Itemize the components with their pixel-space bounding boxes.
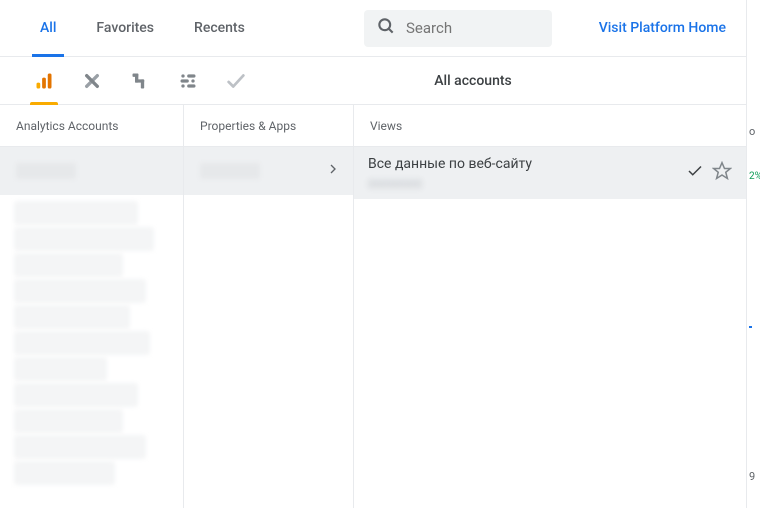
view-item[interactable]: Все данные по веб-сайту 00000000 bbox=[354, 147, 746, 199]
edge-fragment bbox=[749, 326, 752, 328]
columns: Analytics Accounts Properties & Apps bbox=[0, 105, 746, 508]
properties-column: Properties & Apps bbox=[184, 105, 354, 508]
tab-all[interactable]: All bbox=[20, 0, 76, 57]
background-page-edge: о 2% 9 bbox=[746, 0, 760, 508]
views-list: Все данные по веб-сайту 00000000 bbox=[354, 147, 746, 508]
search-input[interactable] bbox=[406, 19, 605, 37]
edge-fragment: 9 bbox=[749, 470, 755, 483]
view-title: Все данные по веб-сайту bbox=[368, 155, 678, 175]
redacted-block bbox=[0, 195, 183, 491]
optimize-icon[interactable] bbox=[116, 57, 164, 105]
surveys-icon[interactable] bbox=[212, 57, 260, 105]
accounts-column: Analytics Accounts bbox=[0, 105, 184, 508]
analytics-icon[interactable] bbox=[20, 57, 68, 105]
accounts-header: Analytics Accounts bbox=[0, 105, 183, 147]
star-icon[interactable] bbox=[712, 161, 732, 185]
tab-favorites[interactable]: Favorites bbox=[76, 0, 174, 57]
search-icon bbox=[376, 16, 396, 40]
views-header: Views bbox=[354, 105, 746, 147]
data-studio-icon[interactable] bbox=[164, 57, 212, 105]
search-box[interactable] bbox=[364, 10, 552, 47]
tag-manager-icon[interactable] bbox=[68, 57, 116, 105]
redacted-text bbox=[16, 163, 76, 179]
visit-platform-home-link[interactable]: Visit Platform Home bbox=[599, 20, 726, 36]
edge-fragment: 2% bbox=[749, 171, 760, 182]
top-bar: All Favorites Recents Visit Platform Hom… bbox=[0, 0, 746, 57]
all-accounts-label: All accounts bbox=[434, 73, 511, 89]
view-text: Все данные по веб-сайту 00000000 bbox=[368, 155, 678, 191]
account-item[interactable] bbox=[0, 147, 183, 195]
tab-recents[interactable]: Recents bbox=[174, 0, 265, 57]
property-item[interactable] bbox=[184, 147, 353, 195]
views-column: Views Все данные по веб-сайту 00000000 bbox=[354, 105, 746, 508]
properties-list bbox=[184, 147, 353, 508]
product-bar: All accounts bbox=[0, 57, 746, 105]
view-subtitle: 00000000 bbox=[368, 177, 678, 191]
properties-header: Properties & Apps bbox=[184, 105, 353, 147]
redacted-text bbox=[200, 163, 260, 179]
check-icon bbox=[686, 162, 704, 184]
chevron-right-icon bbox=[325, 161, 341, 181]
accounts-list bbox=[0, 147, 183, 508]
product-icons bbox=[20, 57, 260, 105]
edge-fragment: о bbox=[749, 125, 755, 138]
tabs: All Favorites Recents bbox=[20, 0, 265, 57]
